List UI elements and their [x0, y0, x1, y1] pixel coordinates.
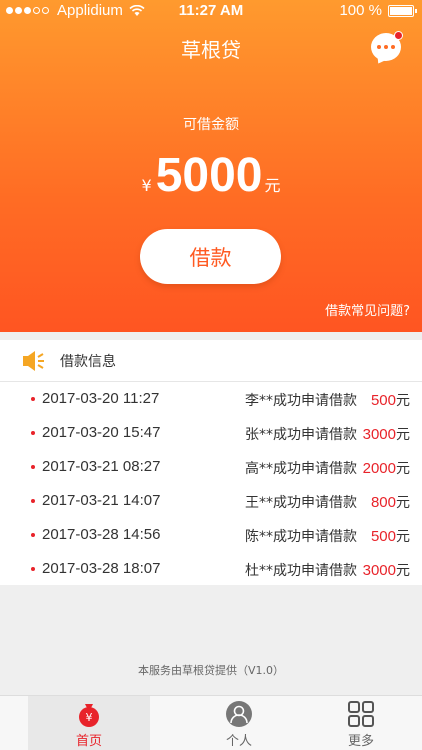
record-desc: 李**成功申请借款: [245, 393, 357, 409]
list-item: 2017-03-28 18:07 杜**成功申请借款 3000元: [0, 552, 422, 586]
hero-banner: Applidium 11:27 AM 100 % 草根贷 可借金额 ¥ 5000…: [0, 0, 422, 332]
bullet-icon: [31, 397, 35, 401]
record-date: 2017-03-28 18:07: [42, 560, 161, 577]
available-amount-label: 可借金额: [183, 117, 239, 133]
list-item: 2017-03-20 11:27 李**成功申请借款 500元: [0, 382, 422, 416]
grid-icon: [348, 701, 374, 727]
speaker-icon: [23, 350, 44, 371]
tab-home[interactable]: ¥ 首页: [28, 696, 150, 750]
bullet-icon: [31, 465, 35, 469]
bullet-icon: [31, 499, 35, 503]
service-note: 本服务由草根贷提供（V1.0）: [137, 664, 285, 677]
record-desc: 高**成功申请借款: [245, 461, 357, 477]
tab-more[interactable]: 更多: [300, 696, 422, 750]
battery-icon: [388, 4, 417, 17]
person-icon: [226, 701, 252, 727]
record-date: 2017-03-21 14:07: [42, 492, 161, 509]
record-date: 2017-03-28 14:56: [42, 526, 161, 543]
message-button[interactable]: [371, 31, 403, 63]
record-amount: 500元: [370, 528, 410, 545]
currency-symbol: ¥: [141, 176, 152, 195]
amount-value: 5000: [155, 149, 263, 202]
list-item: 2017-03-28 14:56 陈**成功申请借款 500元: [0, 518, 422, 552]
list-item: 2017-03-21 08:27 高**成功申请借款 2000元: [0, 450, 422, 484]
faq-link[interactable]: 借款常见问题?: [325, 300, 410, 319]
tab-more-label: 更多: [347, 734, 374, 749]
bullet-icon: [31, 533, 35, 537]
loan-info-card: 借款信息 2017-03-20 11:27 李**成功申请借款 500元 201…: [0, 340, 422, 585]
bullet-icon: [31, 431, 35, 435]
amount-unit: 元: [264, 176, 281, 195]
loan-record-list: 2017-03-20 11:27 李**成功申请借款 500元 2017-03-…: [0, 382, 422, 586]
record-amount: 3000元: [362, 426, 410, 443]
available-amount: ¥ 5000 元: [0, 148, 422, 203]
list-item: 2017-03-20 15:47 张**成功申请借款 3000元: [0, 416, 422, 450]
list-item: 2017-03-21 14:07 王**成功申请借款 800元: [0, 484, 422, 518]
record-desc: 杜**成功申请借款: [245, 563, 357, 579]
record-amount: 3000元: [362, 562, 410, 579]
loan-info-title: 借款信息: [60, 353, 116, 370]
status-bar: Applidium 11:27 AM 100 %: [0, 0, 422, 22]
bullet-icon: [31, 567, 35, 571]
svg-text:¥: ¥: [86, 711, 93, 724]
tab-profile-label: 个人: [225, 734, 252, 749]
record-desc: 张**成功申请借款: [245, 427, 357, 443]
record-desc: 陈**成功申请借款: [245, 529, 357, 545]
tab-home-label: 首页: [75, 734, 102, 749]
tab-bar: ¥ 首页 个人 更多: [0, 695, 422, 750]
loan-info-header: 借款信息: [0, 340, 422, 382]
page-title: 草根贷: [181, 38, 241, 62]
record-amount: 500元: [370, 392, 410, 409]
money-bag-icon: ¥: [79, 704, 99, 727]
record-desc: 王**成功申请借款: [245, 495, 357, 511]
tab-profile[interactable]: 个人: [178, 696, 300, 750]
record-amount: 2000元: [362, 460, 410, 477]
record-date: 2017-03-20 11:27: [42, 390, 160, 407]
record-date: 2017-03-21 08:27: [42, 458, 161, 475]
record-date: 2017-03-20 15:47: [42, 424, 161, 441]
borrow-button[interactable]: 借款: [140, 229, 281, 284]
notification-badge: [394, 31, 403, 40]
battery-percent: 100 %: [339, 2, 382, 19]
record-amount: 800元: [370, 494, 410, 511]
